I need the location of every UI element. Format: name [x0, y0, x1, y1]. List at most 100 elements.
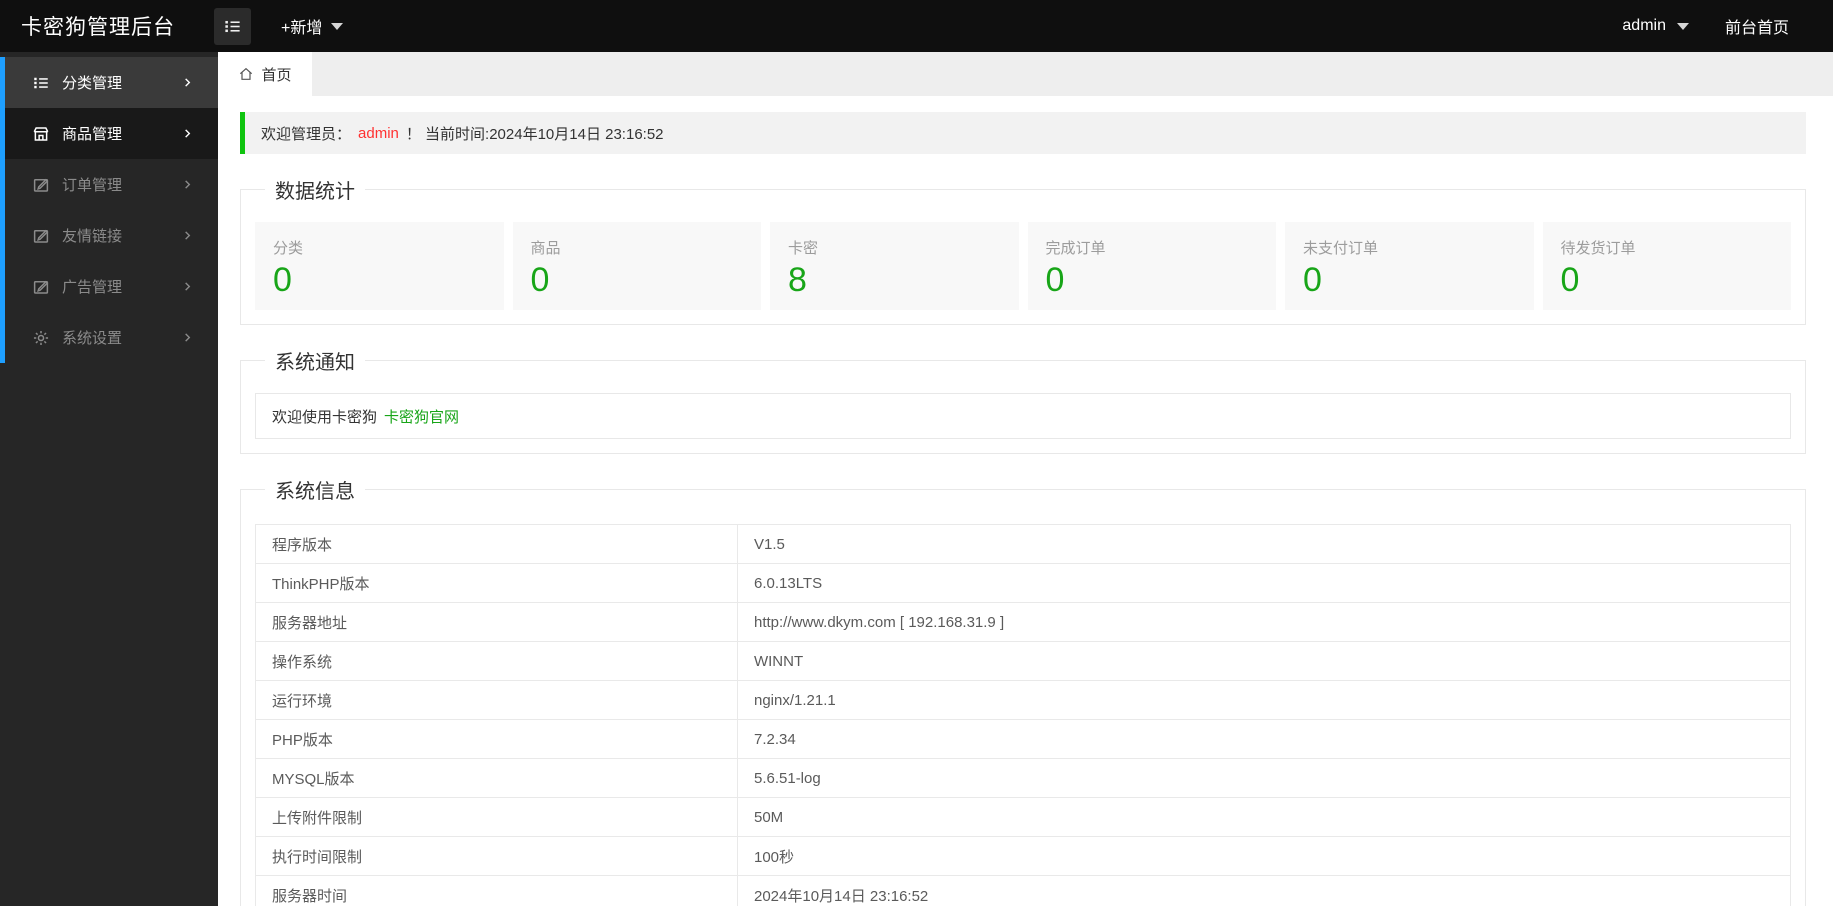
username: admin [1622, 17, 1666, 34]
add-new-label: +新增 [281, 20, 323, 37]
sidebar-item-ads[interactable]: 广告管理 [5, 261, 218, 312]
table-row: ThinkPHP版本 6.0.13LTS [255, 563, 1792, 603]
row-value: 6.0.13LTS [736, 563, 1792, 603]
stat-card-completed-orders: 完成订单 0 [1027, 222, 1276, 310]
chevron-right-icon [182, 77, 193, 88]
sidebar-menu: 分类管理 商品管理 订单管理 友情链接 广告管理 系统设置 [0, 57, 218, 363]
table-row: 服务器地址 http://www.dkym.com [ 192.168.31.9… [255, 602, 1792, 642]
edit-icon [32, 278, 50, 296]
welcome-alert: 欢迎管理员： admin ！ 当前时间: 2024年10月14日 23:16:5… [240, 112, 1806, 154]
main-area: 首页 欢迎管理员： admin ！ 当前时间: 2024年10月14日 23:1… [218, 52, 1833, 906]
stats-section-title: 数据统计 [275, 181, 355, 203]
row-value: 7.2.34 [736, 719, 1792, 759]
row-value: 5.6.51-log [736, 758, 1792, 798]
row-label: 操作系统 [255, 641, 738, 681]
stat-card-product: 商品 0 [512, 222, 761, 310]
welcome-time: 2024年10月14日 23:16:52 [489, 125, 664, 143]
table-row: 上传附件限制 50M [255, 797, 1792, 837]
sidebar-item-label: 商品管理 [62, 126, 123, 143]
stat-card-value: 0 [1045, 261, 1065, 299]
sidebar-item-label: 分类管理 [62, 75, 123, 92]
notice-section-title: 系统通知 [275, 352, 355, 374]
chevron-right-icon [182, 179, 193, 190]
row-label: ThinkPHP版本 [255, 563, 738, 603]
gear-icon [32, 329, 50, 347]
row-value: nginx/1.21.1 [736, 680, 1792, 720]
row-label: MYSQL版本 [255, 758, 738, 798]
stat-card-unpaid-orders: 未支付订单 0 [1285, 222, 1534, 310]
sidebar-item-settings[interactable]: 系统设置 [5, 312, 218, 363]
row-label: 服务器地址 [255, 602, 738, 642]
caret-down-icon [1676, 22, 1689, 30]
edit-icon [32, 227, 50, 245]
welcome-prefix: 欢迎管理员： [261, 125, 352, 143]
row-value: http://www.dkym.com [ 192.168.31.9 ] [736, 602, 1792, 642]
add-new-dropdown[interactable]: +新增 [281, 14, 344, 38]
edit-icon [32, 176, 50, 194]
chevron-right-icon [182, 281, 193, 292]
sidebar-item-links[interactable]: 友情链接 [5, 210, 218, 261]
notice-box: 欢迎使用卡密狗 卡密狗官网 [255, 393, 1791, 439]
content: 欢迎管理员： admin ！ 当前时间: 2024年10月14日 23:16:5… [218, 96, 1833, 906]
stat-card-pending-shipment-orders: 待发货订单 0 [1542, 222, 1791, 310]
stat-card-label: 未支付订单 [1303, 240, 1379, 257]
caret-down-icon [331, 22, 344, 30]
stat-card-value: 8 [788, 261, 807, 299]
sidebar-item-order[interactable]: 订单管理 [5, 159, 218, 210]
chevron-right-icon [182, 230, 193, 241]
stat-card-value: 0 [530, 261, 550, 299]
stat-card-value: 0 [1303, 261, 1322, 299]
system-info-section-title: 系统信息 [275, 481, 355, 503]
app-title: 卡密狗管理后台 [21, 16, 175, 39]
sidebar: 分类管理 商品管理 订单管理 友情链接 广告管理 系统设置 [0, 52, 218, 906]
sidebar-item-label: 友情链接 [62, 228, 123, 245]
row-value: 50M [736, 797, 1792, 837]
system-info-table: 程序版本 V1.5 ThinkPHP版本 6.0.13LTS 服务器地址 htt… [255, 524, 1792, 906]
stat-card-cardkey: 卡密 8 [770, 222, 1019, 310]
stats-row: 分类 0 商品 0 卡密 8 完成订单 0 未支付订单 0 待发货订单 0 [255, 222, 1791, 310]
table-row: 程序版本 V1.5 [255, 524, 1792, 564]
stat-card-value: 0 [1560, 261, 1580, 299]
chevron-right-icon [182, 128, 193, 139]
notice-section: 系统通知 欢迎使用卡密狗 卡密狗官网 [240, 346, 1806, 454]
welcome-suffix: ！ 当前时间: [405, 125, 490, 143]
stat-card-value: 0 [273, 261, 292, 299]
frontend-home-link[interactable]: 前台首页 [1725, 14, 1789, 38]
official-site-link[interactable]: 卡密狗官网 [384, 406, 459, 427]
table-row: PHP版本 7.2.34 [255, 719, 1792, 759]
row-label: PHP版本 [255, 719, 738, 759]
list-icon [223, 17, 242, 36]
table-row: 服务器时间 2024年10月14日 23:16:52 [255, 875, 1792, 906]
sidebar-item-product[interactable]: 商品管理 [5, 108, 218, 159]
stat-card-category: 分类 0 [255, 222, 504, 310]
sidebar-item-category[interactable]: 分类管理 [5, 57, 218, 108]
stat-card-label: 分类 [273, 240, 304, 257]
tab-home[interactable]: 首页 [218, 52, 312, 96]
row-label: 运行环境 [255, 680, 738, 720]
row-value: 2024年10月14日 23:16:52 [736, 875, 1792, 906]
sidebar-item-label: 订单管理 [62, 177, 123, 194]
sidebar-item-label: 广告管理 [62, 279, 123, 296]
home-icon [238, 66, 254, 82]
user-dropdown[interactable]: admin [1622, 17, 1689, 35]
row-value: 100秒 [736, 836, 1792, 876]
layout: 分类管理 商品管理 订单管理 友情链接 广告管理 系统设置 首页 欢迎管理员： … [0, 52, 1833, 906]
table-row: 操作系统 WINNT [255, 641, 1792, 681]
stats-section: 数据统计 分类 0 商品 0 卡密 8 完成订单 0 未支付订单 0 待发货订单… [240, 175, 1806, 325]
notice-text: 欢迎使用卡密狗 [272, 408, 378, 426]
menu-toggle-button[interactable] [214, 7, 251, 45]
table-row: 运行环境 nginx/1.21.1 [255, 680, 1792, 720]
chevron-right-icon [182, 332, 193, 343]
shop-icon [32, 125, 50, 143]
row-value: WINNT [736, 641, 1792, 681]
table-row: 执行时间限制 100秒 [255, 836, 1792, 876]
system-info-section: 系统信息 程序版本 V1.5 ThinkPHP版本 6.0.13LTS 服务器地… [240, 475, 1806, 906]
row-label: 服务器时间 [255, 875, 738, 906]
table-row: MYSQL版本 5.6.51-log [255, 758, 1792, 798]
welcome-username: admin [358, 124, 399, 142]
stat-card-label: 卡密 [788, 240, 819, 257]
tab-bar: 首页 [218, 52, 1833, 96]
row-label: 程序版本 [255, 524, 738, 564]
tab-home-label: 首页 [261, 66, 292, 84]
stat-card-label: 待发货订单 [1560, 240, 1636, 257]
